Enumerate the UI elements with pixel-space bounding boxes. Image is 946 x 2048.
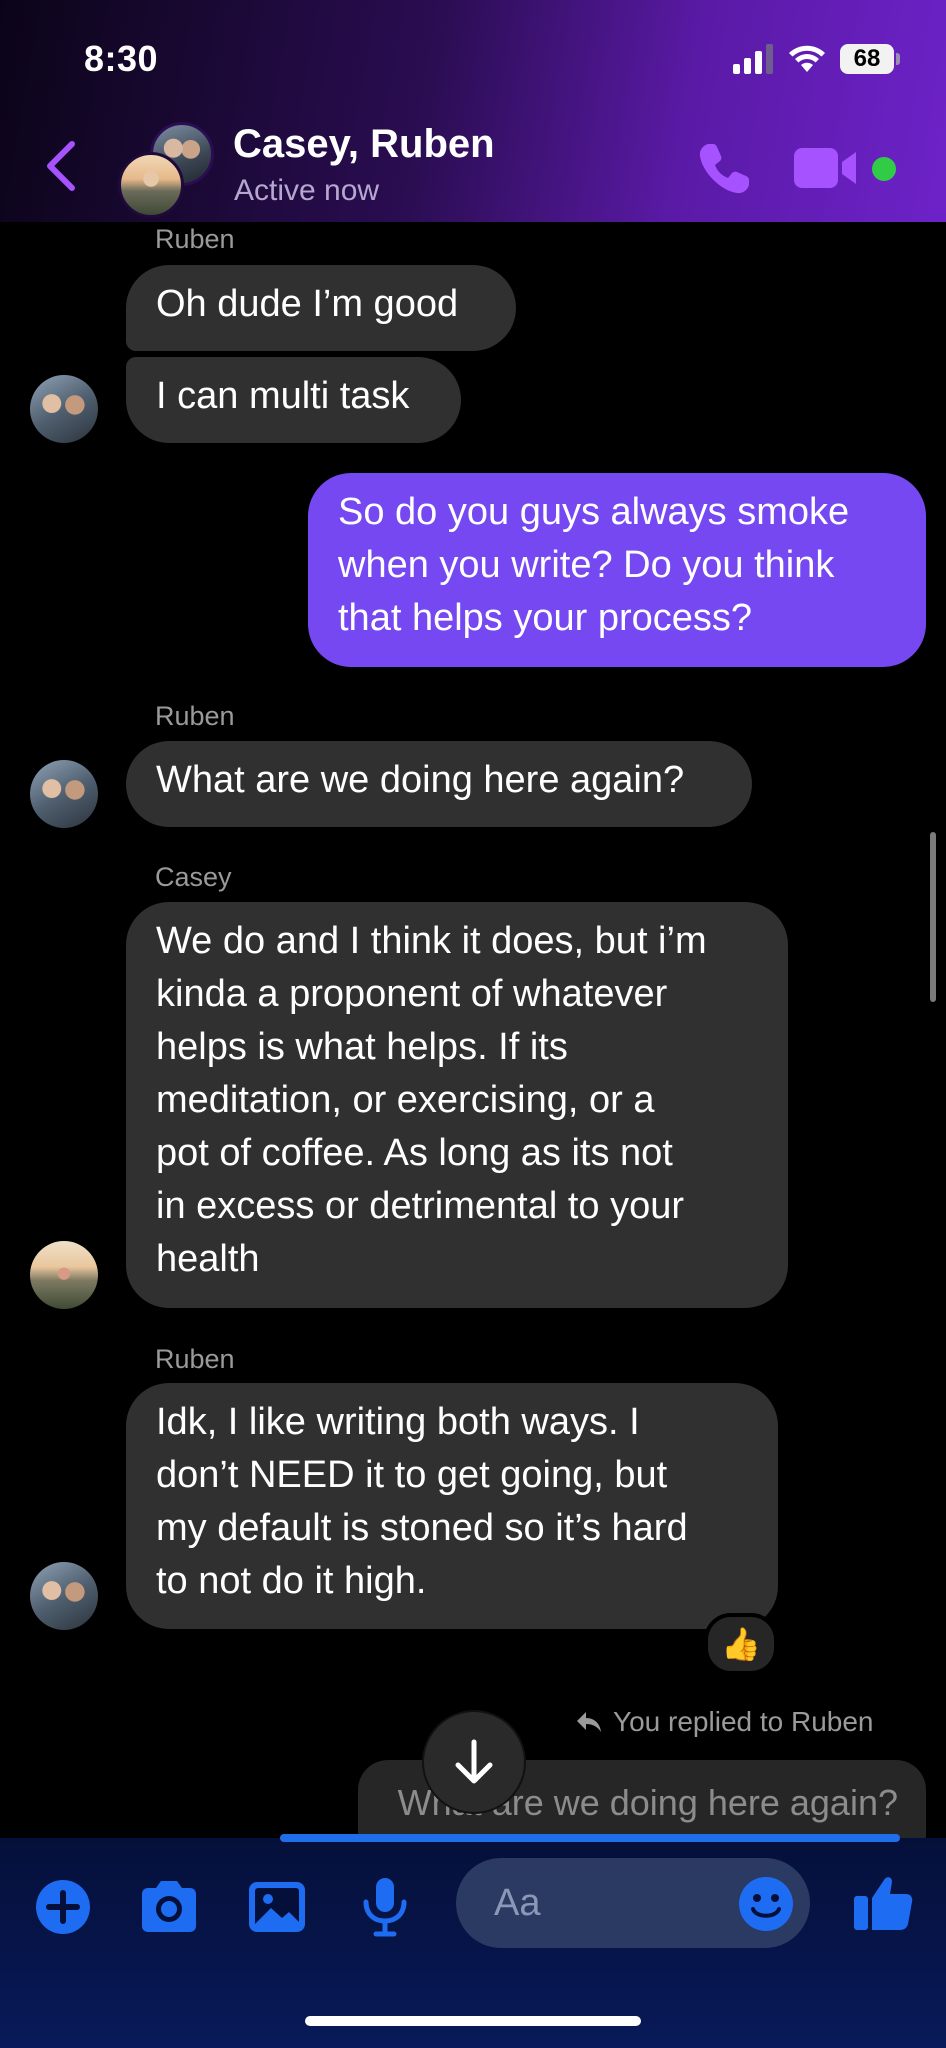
arrow-down-icon (455, 1739, 493, 1784)
avatar-ruben[interactable] (30, 760, 98, 828)
image-icon[interactable] (244, 1874, 310, 1940)
reply-label: You replied to Ruben (575, 1706, 874, 1738)
message-bubble[interactable]: Idk, I like writing both ways. I don’t N… (126, 1383, 778, 1629)
message-input[interactable] (492, 1880, 716, 1926)
back-chevron-icon[interactable] (40, 138, 84, 194)
conversation-title[interactable]: Casey, Ruben (233, 122, 495, 167)
wifi-icon (789, 45, 825, 72)
scroll-to-bottom-button[interactable] (424, 1712, 524, 1812)
battery-indicator: 68 (840, 44, 894, 74)
message-bubble[interactable]: We do and I think it does, but i’m kinda… (126, 902, 788, 1308)
message-bubble[interactable]: Oh dude I’m good (126, 265, 516, 351)
outgoing-message-bubble[interactable]: So do you guys always smoke when you wri… (308, 473, 926, 667)
avatar-ruben[interactable] (30, 1562, 98, 1630)
microphone-icon[interactable] (352, 1874, 418, 1940)
active-status: Active now (234, 174, 380, 207)
scrollbar[interactable] (930, 832, 936, 1002)
message-bubble[interactable]: What are we doing here again? (126, 741, 752, 827)
phone-icon[interactable] (695, 140, 753, 198)
sender-label: Ruben (155, 701, 235, 731)
plus-icon[interactable] (30, 1874, 96, 1940)
avatar-ruben[interactable] (30, 375, 98, 443)
avatar-casey[interactable] (30, 1241, 98, 1309)
message-bubble[interactable]: I can multi task (126, 357, 461, 443)
group-avatar[interactable] (118, 122, 214, 218)
battery-nub (896, 53, 900, 65)
video-camera-icon[interactable] (794, 146, 858, 190)
sender-label: Ruben (155, 1344, 235, 1374)
sender-label: Casey (155, 862, 232, 892)
reply-label-text: You replied to Ruben (613, 1706, 874, 1737)
thumbs-up-icon[interactable] (850, 1868, 916, 1934)
online-dot (872, 157, 896, 181)
emoji-icon[interactable] (736, 1874, 796, 1934)
status-time: 8:30 (84, 38, 159, 79)
sender-label: Ruben (155, 224, 235, 254)
thumbs-up-reaction[interactable]: 👍 (704, 1613, 778, 1675)
reply-arrow-icon (577, 1712, 601, 1732)
camera-icon[interactable] (136, 1874, 202, 1940)
avatar-casey-header (118, 152, 184, 218)
sent-reply-edge (280, 1834, 900, 1842)
signal-icon (733, 44, 773, 74)
home-indicator[interactable] (305, 2016, 641, 2026)
